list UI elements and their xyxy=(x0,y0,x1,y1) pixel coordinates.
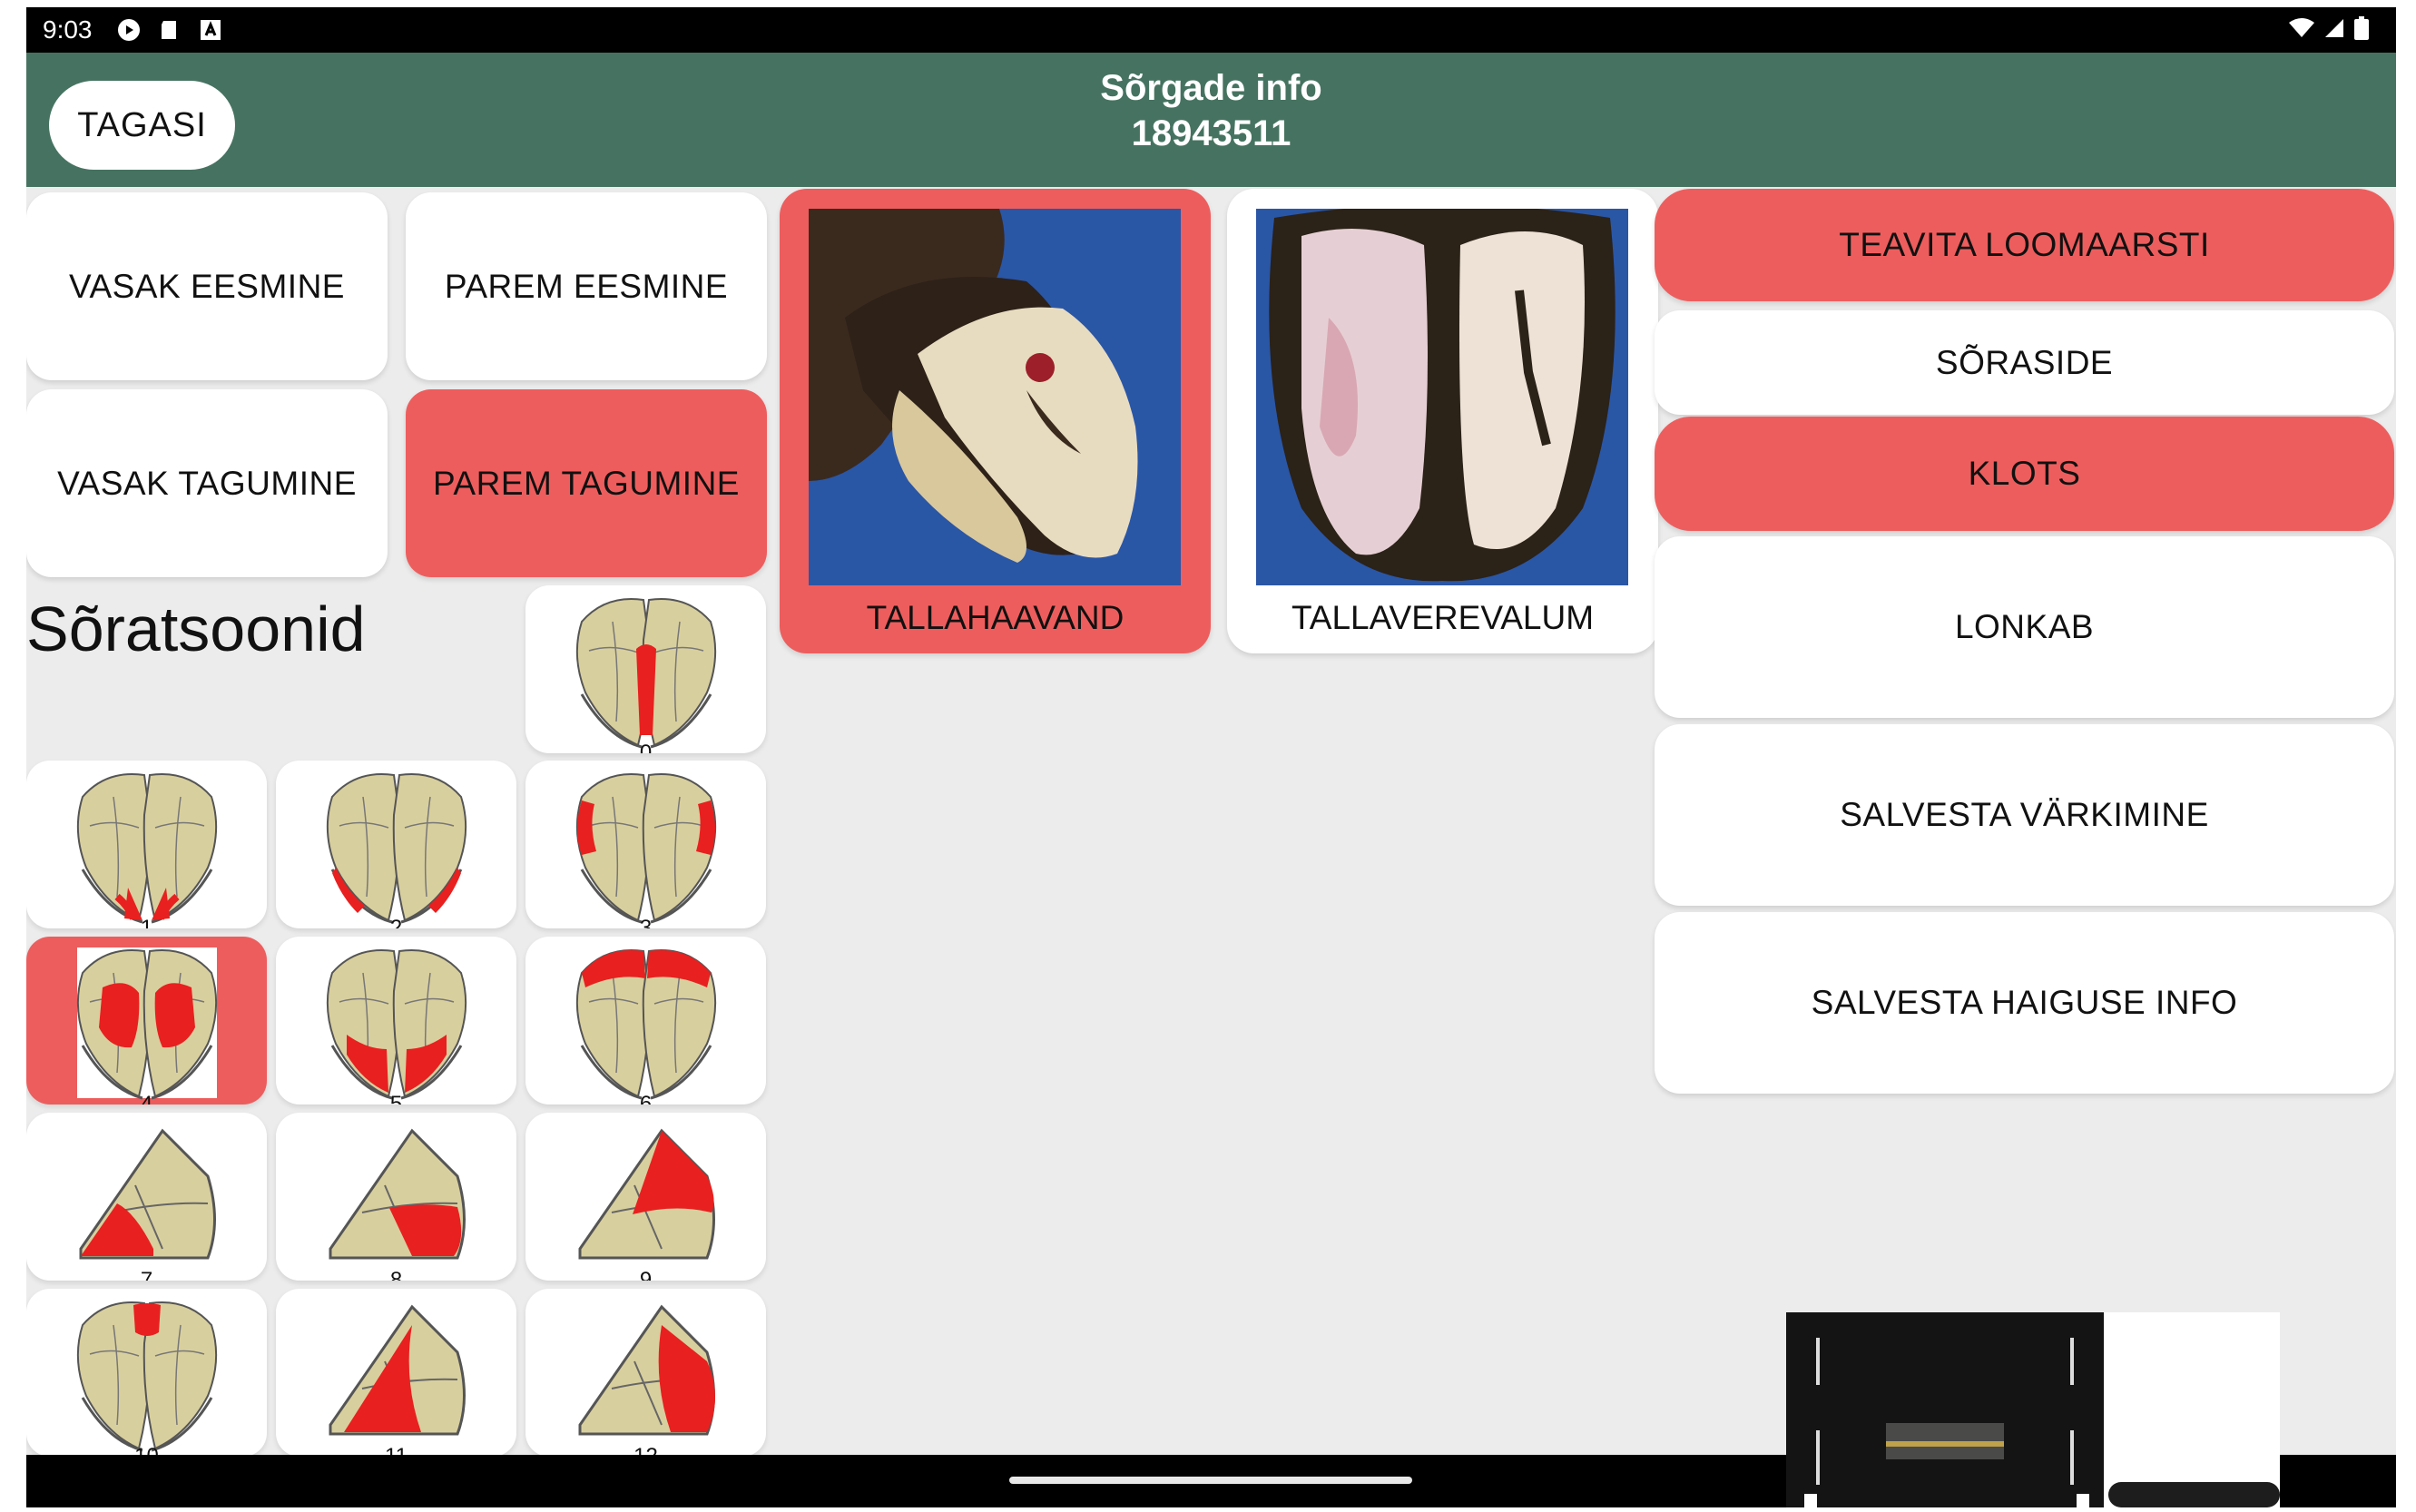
overlay-device-photo xyxy=(1786,1312,2280,1507)
bandage-button[interactable]: SÕRASIDE xyxy=(1655,310,2394,415)
animal-id: 18943511 xyxy=(1131,113,1291,153)
zone-number: 7 xyxy=(140,1268,153,1281)
zone-diagram-icon xyxy=(578,1304,715,1436)
zone-1-button[interactable]: 1 xyxy=(26,761,267,928)
disease-label: TALLAHAAVAND xyxy=(866,599,1125,636)
zone-diagram-icon xyxy=(76,1301,218,1452)
zone-9-button[interactable]: 9 xyxy=(525,1113,766,1281)
zone-2-button[interactable]: 2 xyxy=(276,761,516,928)
zone-diagram-icon xyxy=(329,1304,466,1436)
zone-diagram-icon xyxy=(575,773,717,924)
page-title: Sõrgade info xyxy=(1100,68,1322,108)
zone-4-button[interactable]: 4 xyxy=(26,937,267,1105)
zone-diagram-icon xyxy=(575,598,717,749)
zone-diagram-icon xyxy=(79,1128,216,1260)
zone-8-button[interactable]: 8 xyxy=(276,1113,516,1281)
status-bar: 9:03 xyxy=(26,7,2396,53)
zone-number: 6 xyxy=(639,1092,653,1105)
zone-6-button[interactable]: 6 xyxy=(525,937,766,1105)
signal-icon xyxy=(2325,19,2343,37)
device-screen: 9:03 TAGASI Sõrgade info 18943511 VASAK … xyxy=(26,7,2396,1507)
save-trim-button[interactable]: SALVESTA VÄRKIMINE xyxy=(1655,724,2394,906)
zone-3-button[interactable]: 3 xyxy=(525,761,766,928)
lame-button[interactable]: LONKAB xyxy=(1655,536,2394,718)
sd-card-icon xyxy=(162,21,176,39)
zone-number: 4 xyxy=(140,1092,153,1105)
zone-diagram-icon xyxy=(578,1128,715,1260)
leg-right-front-button[interactable]: PAREM EESMINE xyxy=(406,192,767,380)
home-gesture-handle[interactable] xyxy=(1009,1477,1412,1484)
leg-left-hind-button[interactable]: VASAK TAGUMINE xyxy=(26,389,388,577)
block-button[interactable]: KLOTS xyxy=(1655,417,2394,531)
zone-diagram-icon xyxy=(76,947,218,1100)
zone-diagram-icon xyxy=(329,1128,466,1260)
app-header: TAGASI Sõrgade info 18943511 xyxy=(26,53,2396,187)
keyboard-a-icon xyxy=(201,20,221,40)
zone-diagram-icon xyxy=(326,773,467,924)
sole-ulcer-photo xyxy=(809,209,1181,585)
leg-left-front-button[interactable]: VASAK EESMINE xyxy=(26,192,388,380)
zone-12-button[interactable]: 12 xyxy=(525,1289,766,1457)
header-title-block: Sõrgade info 18943511 xyxy=(26,65,2396,156)
status-icons xyxy=(2289,16,2369,40)
disease-label: TALLAVEREVALUM xyxy=(1291,599,1595,636)
zone-number: 0 xyxy=(639,741,653,753)
wifi-icon xyxy=(2289,18,2314,37)
zone-number: 2 xyxy=(389,916,403,928)
zone-diagram-icon xyxy=(575,949,717,1100)
zone-7-button[interactable]: 7 xyxy=(26,1113,267,1281)
zone-5-button[interactable]: 5 xyxy=(276,937,516,1105)
device-edge xyxy=(2108,1482,2280,1507)
zone-number: 1 xyxy=(140,916,153,928)
disease-card-sole-hemorrhage[interactable]: TALLAVEREVALUM xyxy=(1227,189,1658,653)
leg-right-hind-button[interactable]: PAREM TAGUMINE xyxy=(406,389,767,577)
zone-number: 5 xyxy=(389,1092,403,1105)
zones-heading: Sõratsoonid xyxy=(26,594,366,664)
zone-number: 3 xyxy=(639,916,653,928)
play-protect-icon xyxy=(118,19,140,41)
zone-10-button[interactable]: 10 xyxy=(26,1289,267,1457)
save-disease-button[interactable]: SALVESTA HAIGUSE INFO xyxy=(1655,912,2394,1094)
device-photo xyxy=(1786,1312,2104,1507)
status-time: 9:03 xyxy=(43,15,93,44)
battery-icon xyxy=(2354,16,2369,40)
sole-hemorrhage-photo xyxy=(1256,209,1628,585)
zone-number: 8 xyxy=(389,1268,403,1281)
zone-0-button[interactable]: 0 xyxy=(525,585,766,753)
zone-diagram-icon xyxy=(76,773,218,924)
zone-number: 9 xyxy=(639,1268,653,1281)
zone-11-button[interactable]: 11 xyxy=(276,1289,516,1457)
disease-card-sole-ulcer[interactable]: TALLAHAAVAND xyxy=(780,189,1211,653)
zone-diagram-icon xyxy=(326,949,467,1100)
notify-vet-button[interactable]: TEAVITA LOOMAARSTI xyxy=(1655,189,2394,301)
